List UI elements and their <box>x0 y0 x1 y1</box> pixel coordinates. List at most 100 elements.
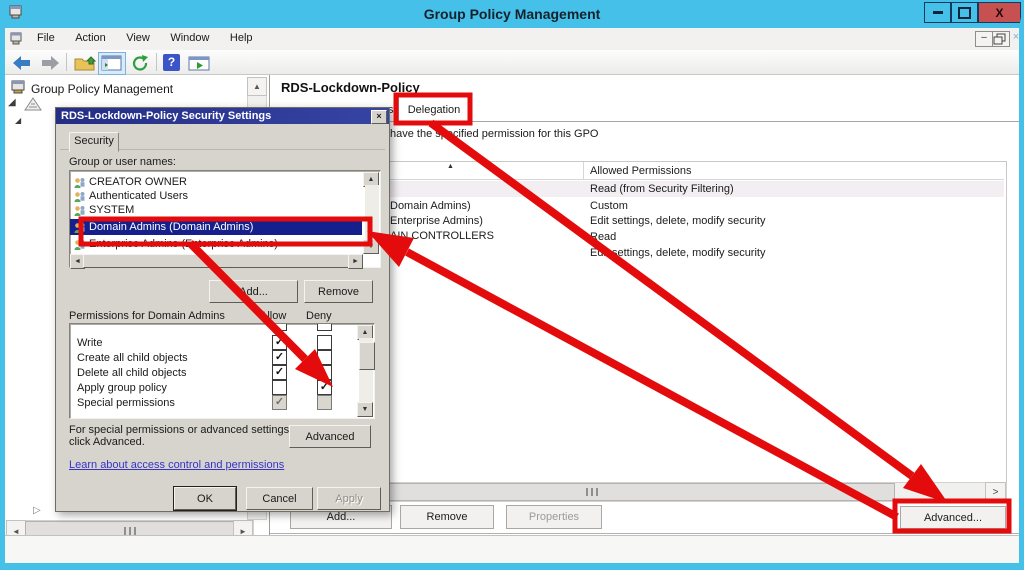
permissions-label: Permissions for Domain Admins <box>69 310 225 322</box>
advanced-note-line1: For special permissions or advanced sett… <box>69 424 293 436</box>
list-item[interactable]: CREATOR OWNER <box>70 175 362 189</box>
row-allowed-permission: Read <box>590 231 617 243</box>
deny-header: Deny <box>306 310 332 322</box>
permission-label: Create all child objects <box>77 352 188 364</box>
list-scrollbar-thumb[interactable] <box>83 254 349 268</box>
user-group-icon <box>74 205 85 216</box>
menu-view[interactable]: View <box>118 28 158 48</box>
close-button[interactable]: X <box>978 2 1021 23</box>
menu-file[interactable]: File <box>29 28 63 48</box>
dialog-remove-button[interactable]: Remove <box>304 280 373 303</box>
refresh-icon[interactable] <box>130 54 150 77</box>
list-item-selected[interactable]: Domain Admins (Domain Admins) <box>70 219 362 235</box>
tree-scroll-up-button[interactable]: ▲ <box>247 77 267 96</box>
menu-window[interactable]: Window <box>162 28 217 48</box>
group-names-label: Group or user names: <box>69 156 176 168</box>
deny-checkbox[interactable] <box>317 350 332 365</box>
tree-collapsed-icon[interactable]: ▷ <box>33 505 41 516</box>
tree-expanded-icon[interactable]: ◢ <box>15 116 21 125</box>
menu-help[interactable]: Help <box>222 28 261 48</box>
export-list-icon[interactable] <box>74 55 97 76</box>
tab-security[interactable]: Security <box>69 132 119 152</box>
row-group-name[interactable]: Domain Admins) <box>390 200 471 212</box>
console-icon <box>10 31 25 51</box>
dialog-close-icon[interactable]: × <box>371 110 387 124</box>
allow-checkbox[interactable] <box>272 380 287 395</box>
properties-button[interactable]: Properties <box>506 505 602 529</box>
dialog-title: RDS-Lockdown-Policy Security Settings <box>61 110 272 122</box>
allow-checkbox[interactable]: ✓ <box>272 365 287 380</box>
advanced-delegation-button[interactable]: Advanced... <box>900 506 1006 529</box>
gpo-title: RDS-Lockdown-Policy <box>281 80 420 95</box>
forward-icon[interactable] <box>38 55 60 76</box>
list-scroll-down-button[interactable]: ▼ <box>363 239 379 254</box>
permission-label: Apply group policy <box>77 382 167 394</box>
dialog-advanced-button[interactable]: Advanced <box>289 425 371 448</box>
user-group-icon <box>74 222 85 233</box>
list-scroll-right-button[interactable]: ► <box>348 254 363 269</box>
list-vertical-scrollbar[interactable] <box>365 185 379 239</box>
ok-button[interactable]: OK <box>173 486 237 511</box>
allow-checkbox[interactable]: ✓ <box>272 350 287 365</box>
permission-label: Special permissions <box>77 397 175 409</box>
allow-checkbox[interactable]: ✓ <box>272 395 287 410</box>
deny-checkbox[interactable] <box>317 395 332 410</box>
dialog-add-button[interactable]: Add... <box>209 280 298 303</box>
cancel-button[interactable]: Cancel <box>246 487 313 510</box>
app-icon <box>8 4 24 25</box>
tree-expanded-icon[interactable]: ◢ <box>8 97 16 108</box>
status-bar <box>5 535 1019 564</box>
show-console-tree-icon[interactable] <box>98 52 126 75</box>
child-close-button[interactable]: × <box>1009 31 1023 45</box>
deny-checkbox[interactable] <box>317 365 332 380</box>
remove-button[interactable]: Remove <box>400 505 494 529</box>
child-minimize-button[interactable]: – <box>975 31 993 47</box>
row-allowed-permission: Read (from Security Filtering) <box>590 183 734 195</box>
list-item[interactable]: SYSTEM <box>70 203 362 217</box>
list-item[interactable]: Authenticated Users <box>70 189 362 203</box>
new-window-icon[interactable] <box>188 55 212 77</box>
menu-action[interactable]: Action <box>67 28 114 48</box>
forest-icon <box>24 97 42 117</box>
sort-ascending-icon[interactable]: ▲ <box>447 163 454 170</box>
deny-checkbox[interactable]: ✓ <box>317 380 332 395</box>
checkbox-partial <box>272 324 287 331</box>
tab-delegation[interactable]: Delegation <box>398 96 470 123</box>
group-policy-management-window: Group Policy Management X File Action Vi… <box>0 0 1024 570</box>
help-icon[interactable]: ? <box>163 54 180 71</box>
back-icon[interactable] <box>12 55 34 76</box>
advanced-note-line2: click Advanced. <box>69 436 145 448</box>
delegation-description: have the specified permission for this G… <box>390 128 599 140</box>
apply-button[interactable]: Apply <box>317 487 381 510</box>
tree-root-label[interactable]: Group Policy Management <box>31 82 173 96</box>
details-scroll-right-button[interactable]: > <box>985 482 1006 502</box>
row-allowed-permission: Custom <box>590 200 628 212</box>
deny-checkbox[interactable] <box>317 335 332 350</box>
row-group-name[interactable]: AIN CONTROLLERS <box>390 230 494 242</box>
access-control-link[interactable]: Learn about access control and permissio… <box>69 459 284 471</box>
row-group-name[interactable]: Enterprise Admins) <box>390 215 483 227</box>
minimize-button[interactable] <box>924 2 951 23</box>
list-horizontal-scrollbar[interactable]: ◄ ► <box>70 254 363 269</box>
allow-header: Allow <box>260 310 287 322</box>
child-restore-button[interactable] <box>992 31 1010 47</box>
maximize-button[interactable] <box>951 2 978 23</box>
permissions-scroll-down-button[interactable]: ▼ <box>357 402 373 417</box>
permission-label: Delete all child objects <box>77 367 187 379</box>
allow-checkbox[interactable]: ✓ <box>272 335 287 350</box>
menu-bar: File Action View Window Help – × <box>5 28 1019 51</box>
list-item[interactable]: Enterprise Admins (Enterprise Admins) <box>70 237 362 251</box>
row-allowed-permission: Edit settings, delete, modify security <box>590 215 766 227</box>
permissions-scrollbar-thumb[interactable] <box>359 342 375 370</box>
dialog-titlebar[interactable]: RDS-Lockdown-Policy Security Settings <box>56 108 389 124</box>
toolbar <box>5 50 1019 75</box>
user-group-icon <box>74 191 85 202</box>
window-titlebar: Group Policy Management X <box>0 0 1024 28</box>
user-group-icon <box>74 177 85 188</box>
user-group-icon <box>74 239 85 250</box>
security-settings-dialog: RDS-Lockdown-Policy Security Settings × … <box>55 107 390 512</box>
permissions-vertical-scrollbar[interactable] <box>359 338 375 402</box>
column-header-allowed-permissions[interactable]: Allowed Permissions <box>590 165 691 177</box>
row-allowed-permission: Edit settings, delete, modify security <box>590 247 766 259</box>
window-title: Group Policy Management <box>423 6 601 22</box>
